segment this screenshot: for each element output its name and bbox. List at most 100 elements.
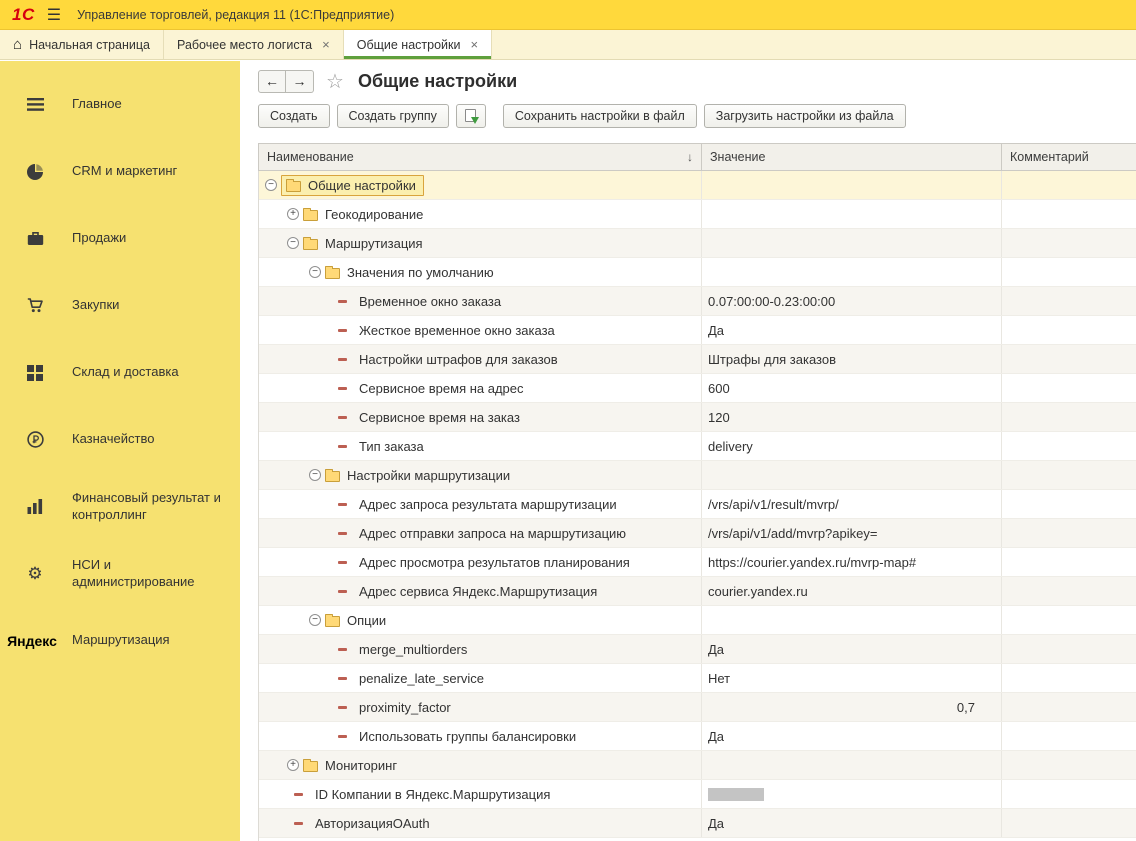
tree-cell[interactable]: Тип заказа bbox=[259, 432, 702, 460]
sidebar-item-crm[interactable]: CRM и маркетинг bbox=[0, 138, 240, 205]
column-header-comment[interactable]: Комментарий bbox=[1002, 144, 1136, 170]
value-cell[interactable]: 0.07:00:00-0.23:00:00 bbox=[702, 287, 1002, 315]
comment-cell[interactable] bbox=[1002, 548, 1136, 576]
table-row[interactable]: −Общие настройки bbox=[259, 171, 1136, 200]
comment-cell[interactable] bbox=[1002, 432, 1136, 460]
comment-cell[interactable] bbox=[1002, 490, 1136, 518]
tree-cell[interactable]: Адрес запроса результата маршрутизации bbox=[259, 490, 702, 518]
back-button[interactable]: ← bbox=[258, 70, 286, 93]
value-cell[interactable]: Да bbox=[702, 809, 1002, 837]
table-row[interactable]: Использовать группы балансировкиДа bbox=[259, 722, 1136, 751]
value-cell[interactable]: courier.yandex.ru bbox=[702, 577, 1002, 605]
collapse-icon[interactable]: − bbox=[309, 614, 321, 626]
expand-icon[interactable]: + bbox=[287, 208, 299, 220]
sidebar-item-marshrutizatsiya[interactable]: ЯндексМаршрутизация bbox=[0, 607, 240, 674]
comment-cell[interactable] bbox=[1002, 403, 1136, 431]
table-row[interactable]: −Значения по умолчанию bbox=[259, 258, 1136, 287]
sidebar-item-glavnoe[interactable]: Главное bbox=[0, 71, 240, 138]
table-row[interactable]: −Опции bbox=[259, 606, 1136, 635]
table-row[interactable]: Настройки штрафов для заказовШтрафы для … bbox=[259, 345, 1136, 374]
tree-cell[interactable]: Адрес отправки запроса на маршрутизацию bbox=[259, 519, 702, 547]
main-menu-icon[interactable]: ☰ bbox=[47, 5, 61, 25]
value-cell[interactable]: 0,7 bbox=[702, 693, 1002, 721]
comment-cell[interactable] bbox=[1002, 345, 1136, 373]
table-row[interactable]: Жесткое временное окно заказаДа bbox=[259, 316, 1136, 345]
tree-cell[interactable]: merge_multiorders bbox=[259, 635, 702, 663]
comment-cell[interactable] bbox=[1002, 722, 1136, 750]
comment-cell[interactable] bbox=[1002, 287, 1136, 315]
tree-cell[interactable]: −Опции bbox=[259, 606, 702, 634]
comment-cell[interactable] bbox=[1002, 461, 1136, 489]
table-row[interactable]: proximity_factor0,7 bbox=[259, 693, 1136, 722]
comment-cell[interactable] bbox=[1002, 229, 1136, 257]
tree-cell[interactable]: ID Компании в Яндекс.Маршрутизация bbox=[259, 780, 702, 808]
tree-cell[interactable]: proximity_factor bbox=[259, 693, 702, 721]
tree-cell[interactable]: Сервисное время на заказ bbox=[259, 403, 702, 431]
value-cell[interactable] bbox=[702, 606, 1002, 634]
tree-cell[interactable]: Использовать группы балансировки bbox=[259, 722, 702, 750]
save-document-button[interactable] bbox=[456, 104, 486, 128]
value-cell[interactable]: Да bbox=[702, 316, 1002, 344]
expand-icon[interactable]: + bbox=[287, 759, 299, 771]
value-cell[interactable]: 120 bbox=[702, 403, 1002, 431]
value-cell[interactable] bbox=[702, 751, 1002, 779]
tab-home[interactable]: ⌂Начальная страница bbox=[0, 30, 164, 59]
tree-cell[interactable]: Адрес просмотра результатов планирования bbox=[259, 548, 702, 576]
sidebar-item-nsi[interactable]: ⚙НСИ и администрирование bbox=[0, 540, 240, 607]
table-row[interactable]: Адрес сервиса Яндекс.Маршрутизацияcourie… bbox=[259, 577, 1136, 606]
value-cell[interactable]: 600 bbox=[702, 374, 1002, 402]
tree-cell[interactable]: penalize_late_service bbox=[259, 664, 702, 692]
comment-cell[interactable] bbox=[1002, 577, 1136, 605]
table-row[interactable]: АвторизацияOAuthДа bbox=[259, 809, 1136, 838]
save-settings-to-file-button[interactable]: Сохранить настройки в файл bbox=[503, 104, 697, 128]
value-cell[interactable] bbox=[702, 200, 1002, 228]
table-row[interactable]: Сервисное время на адрес600 bbox=[259, 374, 1136, 403]
tree-cell[interactable]: +Мониторинг bbox=[259, 751, 702, 779]
table-row[interactable]: Тип заказаdelivery bbox=[259, 432, 1136, 461]
tree-cell[interactable]: АвторизацияOAuth bbox=[259, 809, 702, 837]
sidebar-item-finrezultat[interactable]: Финансовый результат и контроллинг bbox=[0, 473, 240, 540]
create-group-button[interactable]: Создать группу bbox=[337, 104, 449, 128]
value-cell[interactable]: Да bbox=[702, 722, 1002, 750]
value-cell[interactable] bbox=[702, 229, 1002, 257]
favorite-star-icon[interactable]: ☆ bbox=[326, 69, 344, 94]
table-row[interactable]: ID Компании в Яндекс.Маршрутизация bbox=[259, 780, 1136, 809]
tab-1[interactable]: Рабочее место логиста× bbox=[164, 30, 344, 59]
comment-cell[interactable] bbox=[1002, 664, 1136, 692]
value-cell[interactable] bbox=[702, 780, 1002, 808]
comment-cell[interactable] bbox=[1002, 316, 1136, 344]
table-row[interactable]: −Маршрутизация bbox=[259, 229, 1136, 258]
table-row[interactable]: Сервисное время на заказ120 bbox=[259, 403, 1136, 432]
table-row[interactable]: Адрес просмотра результатов планирования… bbox=[259, 548, 1136, 577]
value-cell[interactable]: Штрафы для заказов bbox=[702, 345, 1002, 373]
sidebar-item-prodazhi[interactable]: Продажи bbox=[0, 205, 240, 272]
column-header-name[interactable]: Наименование ↓ bbox=[259, 144, 702, 170]
tree-cell[interactable]: Сервисное время на адрес bbox=[259, 374, 702, 402]
forward-button[interactable]: → bbox=[286, 70, 314, 93]
collapse-icon[interactable]: − bbox=[309, 266, 321, 278]
table-row[interactable]: penalize_late_serviceНет bbox=[259, 664, 1136, 693]
comment-cell[interactable] bbox=[1002, 258, 1136, 286]
tree-cell[interactable]: −Значения по умолчанию bbox=[259, 258, 702, 286]
collapse-icon[interactable]: − bbox=[287, 237, 299, 249]
value-cell[interactable]: delivery bbox=[702, 432, 1002, 460]
sidebar-item-kaznacheystvo[interactable]: Казначейство bbox=[0, 406, 240, 473]
table-row[interactable]: −Настройки маршрутизации bbox=[259, 461, 1136, 490]
tree-cell[interactable]: Временное окно заказа bbox=[259, 287, 702, 315]
comment-cell[interactable] bbox=[1002, 606, 1136, 634]
tree-cell[interactable]: Жесткое временное окно заказа bbox=[259, 316, 702, 344]
sidebar-item-zakupki[interactable]: Закупки bbox=[0, 272, 240, 339]
comment-cell[interactable] bbox=[1002, 519, 1136, 547]
comment-cell[interactable] bbox=[1002, 374, 1136, 402]
table-row[interactable]: Адрес запроса результата маршрутизации/v… bbox=[259, 490, 1136, 519]
create-button[interactable]: Создать bbox=[258, 104, 330, 128]
table-row[interactable]: Временное окно заказа0.07:00:00-0.23:00:… bbox=[259, 287, 1136, 316]
collapse-icon[interactable]: − bbox=[309, 469, 321, 481]
value-cell[interactable] bbox=[702, 258, 1002, 286]
value-cell[interactable]: /vrs/api/v1/add/mvrp?apikey= bbox=[702, 519, 1002, 547]
comment-cell[interactable] bbox=[1002, 751, 1136, 779]
tab-2[interactable]: Общие настройки× bbox=[344, 30, 492, 59]
close-icon[interactable]: × bbox=[322, 37, 330, 52]
tree-cell[interactable]: Настройки штрафов для заказов bbox=[259, 345, 702, 373]
comment-cell[interactable] bbox=[1002, 171, 1136, 199]
